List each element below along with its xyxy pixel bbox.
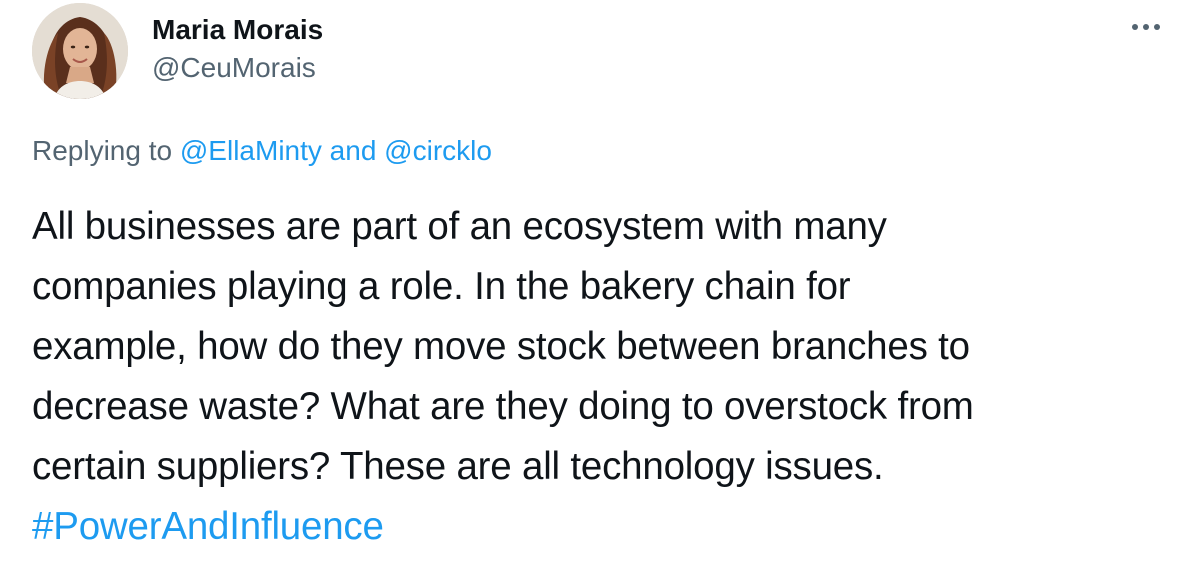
reply-context: Replying to @EllaMinty and @circklo xyxy=(32,133,492,169)
mention-circklo[interactable]: @circklo xyxy=(384,135,492,166)
mention-joiner[interactable]: and xyxy=(330,135,377,166)
author-info: Maria Morais @CeuMorais xyxy=(152,12,323,86)
more-horizontal-icon xyxy=(1132,24,1160,30)
replying-to-label: Replying to xyxy=(32,135,173,166)
display-name[interactable]: Maria Morais xyxy=(152,12,323,48)
tweet-text-line: example, how do they move stock between … xyxy=(32,325,970,368)
more-options-button[interactable] xyxy=(1126,12,1166,42)
tweet-text-line: companies playing a role. In the bakery … xyxy=(32,265,851,308)
tweet-card: Maria Morais @CeuMorais Replying to @Ell… xyxy=(0,0,1194,576)
tweet-text-line: decrease waste? What are they doing to o… xyxy=(32,385,974,428)
tweet-text: All businesses are part of an ecosystem … xyxy=(32,197,1162,557)
hashtag-link[interactable]: #PowerAndInfluence xyxy=(32,497,1162,557)
mention-ellaminty[interactable]: @EllaMinty xyxy=(180,135,322,166)
tweet-text-line: certain suppliers? These are all technol… xyxy=(32,445,884,488)
avatar[interactable] xyxy=(32,3,128,99)
profile-photo-icon xyxy=(32,3,128,99)
user-handle[interactable]: @CeuMorais xyxy=(152,50,323,86)
tweet-text-line: All businesses are part of an ecosystem … xyxy=(32,205,887,248)
